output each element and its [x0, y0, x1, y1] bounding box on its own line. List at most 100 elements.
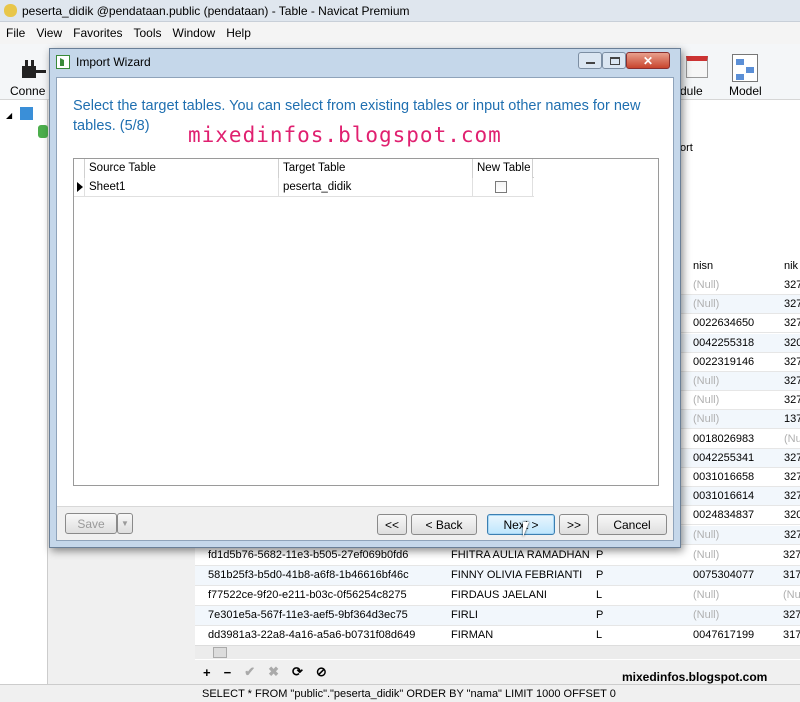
nik-cell[interactable]: 137 — [784, 413, 800, 425]
nik-cell[interactable]: 327 — [784, 375, 800, 387]
connection-button[interactable]: Conne — [6, 52, 50, 98]
nisn-cell[interactable]: 0075304077 — [693, 569, 754, 581]
nik-cell[interactable]: 327 — [784, 452, 800, 464]
nisn-cell[interactable]: 0042255318 — [693, 337, 754, 349]
scrollbar-thumb[interactable] — [213, 647, 227, 658]
table-row[interactable]: 0024834837 320 — [681, 506, 800, 526]
table-row[interactable]: 0042255341 327 — [681, 448, 800, 468]
nik-cell[interactable]: 327 — [784, 279, 800, 291]
table-row[interactable]: 581b25f3-b5d0-41b8-a6f8-1b46616bf46c FINN… — [195, 566, 800, 586]
id-cell[interactable]: 581b25f3-b5d0-41b8-a6f8-1b46616bf46c — [208, 569, 409, 581]
table-row[interactable]: 0022319146 327 — [681, 352, 800, 372]
nisn-cell[interactable]: (Null) — [693, 589, 719, 601]
save-button[interactable]: Save — [65, 513, 117, 534]
id-cell[interactable]: 7e301e5a-567f-11e3-aef5-9bf364d3ec75 — [208, 609, 408, 621]
table-row[interactable]: fd1d5b76-5682-11e3-b505-27ef069b0fd6 FHIT… — [195, 546, 800, 566]
nik-cell[interactable]: 317 — [783, 629, 800, 641]
menu-file[interactable]: File — [6, 26, 25, 40]
table-row[interactable]: 0031016658 327 — [681, 468, 800, 487]
horizontal-scrollbar[interactable] — [195, 645, 800, 659]
nisn-cell[interactable]: (Null) — [693, 413, 719, 425]
nisn-cell[interactable]: (Null) — [693, 549, 719, 561]
nisn-cell[interactable]: 0022319146 — [693, 356, 754, 368]
nik-cell[interactable]: 317 — [783, 569, 800, 581]
delete-record-icon[interactable]: − — [224, 665, 232, 680]
nama-cell[interactable]: FIRDAUS JAELANI — [451, 589, 547, 601]
expand-triangle-icon[interactable]: ◢ — [6, 111, 12, 120]
nik-cell[interactable]: 327 — [784, 356, 800, 368]
save-dropdown-button[interactable]: ▼ — [117, 513, 133, 534]
nama-cell[interactable]: FIRMAN — [451, 629, 493, 641]
nik-cell[interactable]: 327 — [784, 298, 800, 310]
nik-cell[interactable]: 320 — [784, 509, 800, 521]
column-header-nisn[interactable]: nisn — [693, 260, 713, 272]
nisn-cell[interactable]: 0024834837 — [693, 509, 754, 521]
source-table-cell[interactable]: Sheet1 — [85, 178, 279, 197]
table-row[interactable]: 0031016614 327 — [681, 487, 800, 507]
cancel-button[interactable]: Cancel — [597, 514, 667, 535]
back-button[interactable]: < Back — [411, 514, 477, 535]
nik-cell[interactable]: (Nu — [783, 589, 800, 601]
close-button[interactable]: ✕ — [626, 52, 670, 69]
nisn-cell[interactable]: 0047617199 — [693, 629, 754, 641]
refresh-icon[interactable]: ⟳ — [292, 664, 303, 680]
first-step-button[interactable]: << — [377, 514, 407, 535]
id-cell[interactable]: fd1d5b76-5682-11e3-b505-27ef069b0fd6 — [208, 549, 408, 561]
nik-cell[interactable]: 327 — [784, 471, 800, 483]
nik-cell[interactable]: 320 — [784, 337, 800, 349]
nisn-cell[interactable]: (Null) — [693, 609, 719, 621]
nisn-cell[interactable]: 0031016658 — [693, 471, 754, 483]
menu-favorites[interactable]: Favorites — [73, 26, 122, 40]
nik-cell[interactable]: 327 — [783, 609, 800, 621]
nisn-cell[interactable]: (Null) — [693, 375, 719, 387]
table-row[interactable]: Sheet1 peserta_didik — [74, 178, 534, 197]
table-row[interactable]: 0042255318 320 — [681, 333, 800, 353]
minimize-button[interactable] — [578, 52, 602, 69]
column-header-source-table[interactable]: Source Table — [85, 159, 279, 178]
table-row[interactable]: 0018026983 (Nu — [681, 429, 800, 449]
discard-changes-icon[interactable]: ✖ — [268, 664, 279, 680]
target-table-cell[interactable]: peserta_didik — [279, 178, 473, 197]
table-row[interactable]: (Null) 327 — [681, 391, 800, 411]
nisn-cell[interactable]: 0022634650 — [693, 317, 754, 329]
model-button[interactable]: Model — [722, 52, 772, 98]
nisn-cell[interactable]: (Null) — [693, 279, 719, 291]
next-button[interactable]: Next > — [487, 514, 555, 535]
nisn-cell[interactable]: (Null) — [693, 298, 719, 310]
nik-cell[interactable]: 327 — [784, 490, 800, 502]
jk-cell[interactable]: L — [596, 629, 602, 641]
column-header-nik[interactable]: nik — [784, 260, 798, 272]
new-table-cell[interactable] — [473, 178, 533, 197]
navigation-pane[interactable]: ◢ — [0, 100, 48, 686]
table-row[interactable]: (Null) 137 — [681, 410, 800, 430]
target-tables-grid[interactable]: Source Table Target Table New Table Shee… — [73, 158, 659, 486]
new-table-checkbox[interactable] — [495, 181, 507, 193]
jk-cell[interactable]: P — [596, 569, 603, 581]
menu-tools[interactable]: Tools — [134, 26, 162, 40]
id-cell[interactable]: dd3981a3-22a8-4a16-a5a6-b0731f08d649 — [208, 629, 415, 641]
nisn-cell[interactable]: 0042255341 — [693, 452, 754, 464]
jk-cell[interactable]: L — [596, 589, 602, 601]
add-record-icon[interactable]: + — [203, 665, 211, 680]
nik-cell[interactable]: 327 — [784, 394, 800, 406]
table-row[interactable]: (Null) 327 — [681, 372, 800, 391]
nik-cell[interactable]: 327 — [784, 529, 800, 541]
nama-cell[interactable]: FHITRA AULIA RAMADHAN — [451, 549, 590, 561]
nisn-cell[interactable]: (Null) — [693, 394, 719, 406]
nik-cell[interactable]: (Nu — [784, 433, 800, 445]
table-row[interactable]: 7e301e5a-567f-11e3-aef5-9bf364d3ec75 FIRL… — [195, 606, 800, 626]
stop-icon[interactable]: ⊘ — [316, 664, 327, 680]
menu-window[interactable]: Window — [173, 26, 216, 40]
tab-fragment[interactable]: ort — [680, 142, 693, 154]
nisn-cell[interactable]: (Null) — [693, 529, 719, 541]
jk-cell[interactable]: P — [596, 609, 603, 621]
table-row[interactable]: (Null) 327 — [681, 295, 800, 315]
table-row[interactable]: 0022634650 327 — [681, 314, 800, 334]
nik-cell[interactable]: 327 — [784, 317, 800, 329]
maximize-button[interactable] — [602, 52, 626, 69]
column-header-new-table[interactable]: New Table — [473, 159, 533, 178]
nama-cell[interactable]: FIRLI — [451, 609, 478, 621]
nisn-cell[interactable]: 0018026983 — [693, 433, 754, 445]
table-row[interactable]: f77522ce-9f20-e211-b03c-0f56254c8275 FIRD… — [195, 586, 800, 606]
jk-cell[interactable]: P — [596, 549, 603, 561]
